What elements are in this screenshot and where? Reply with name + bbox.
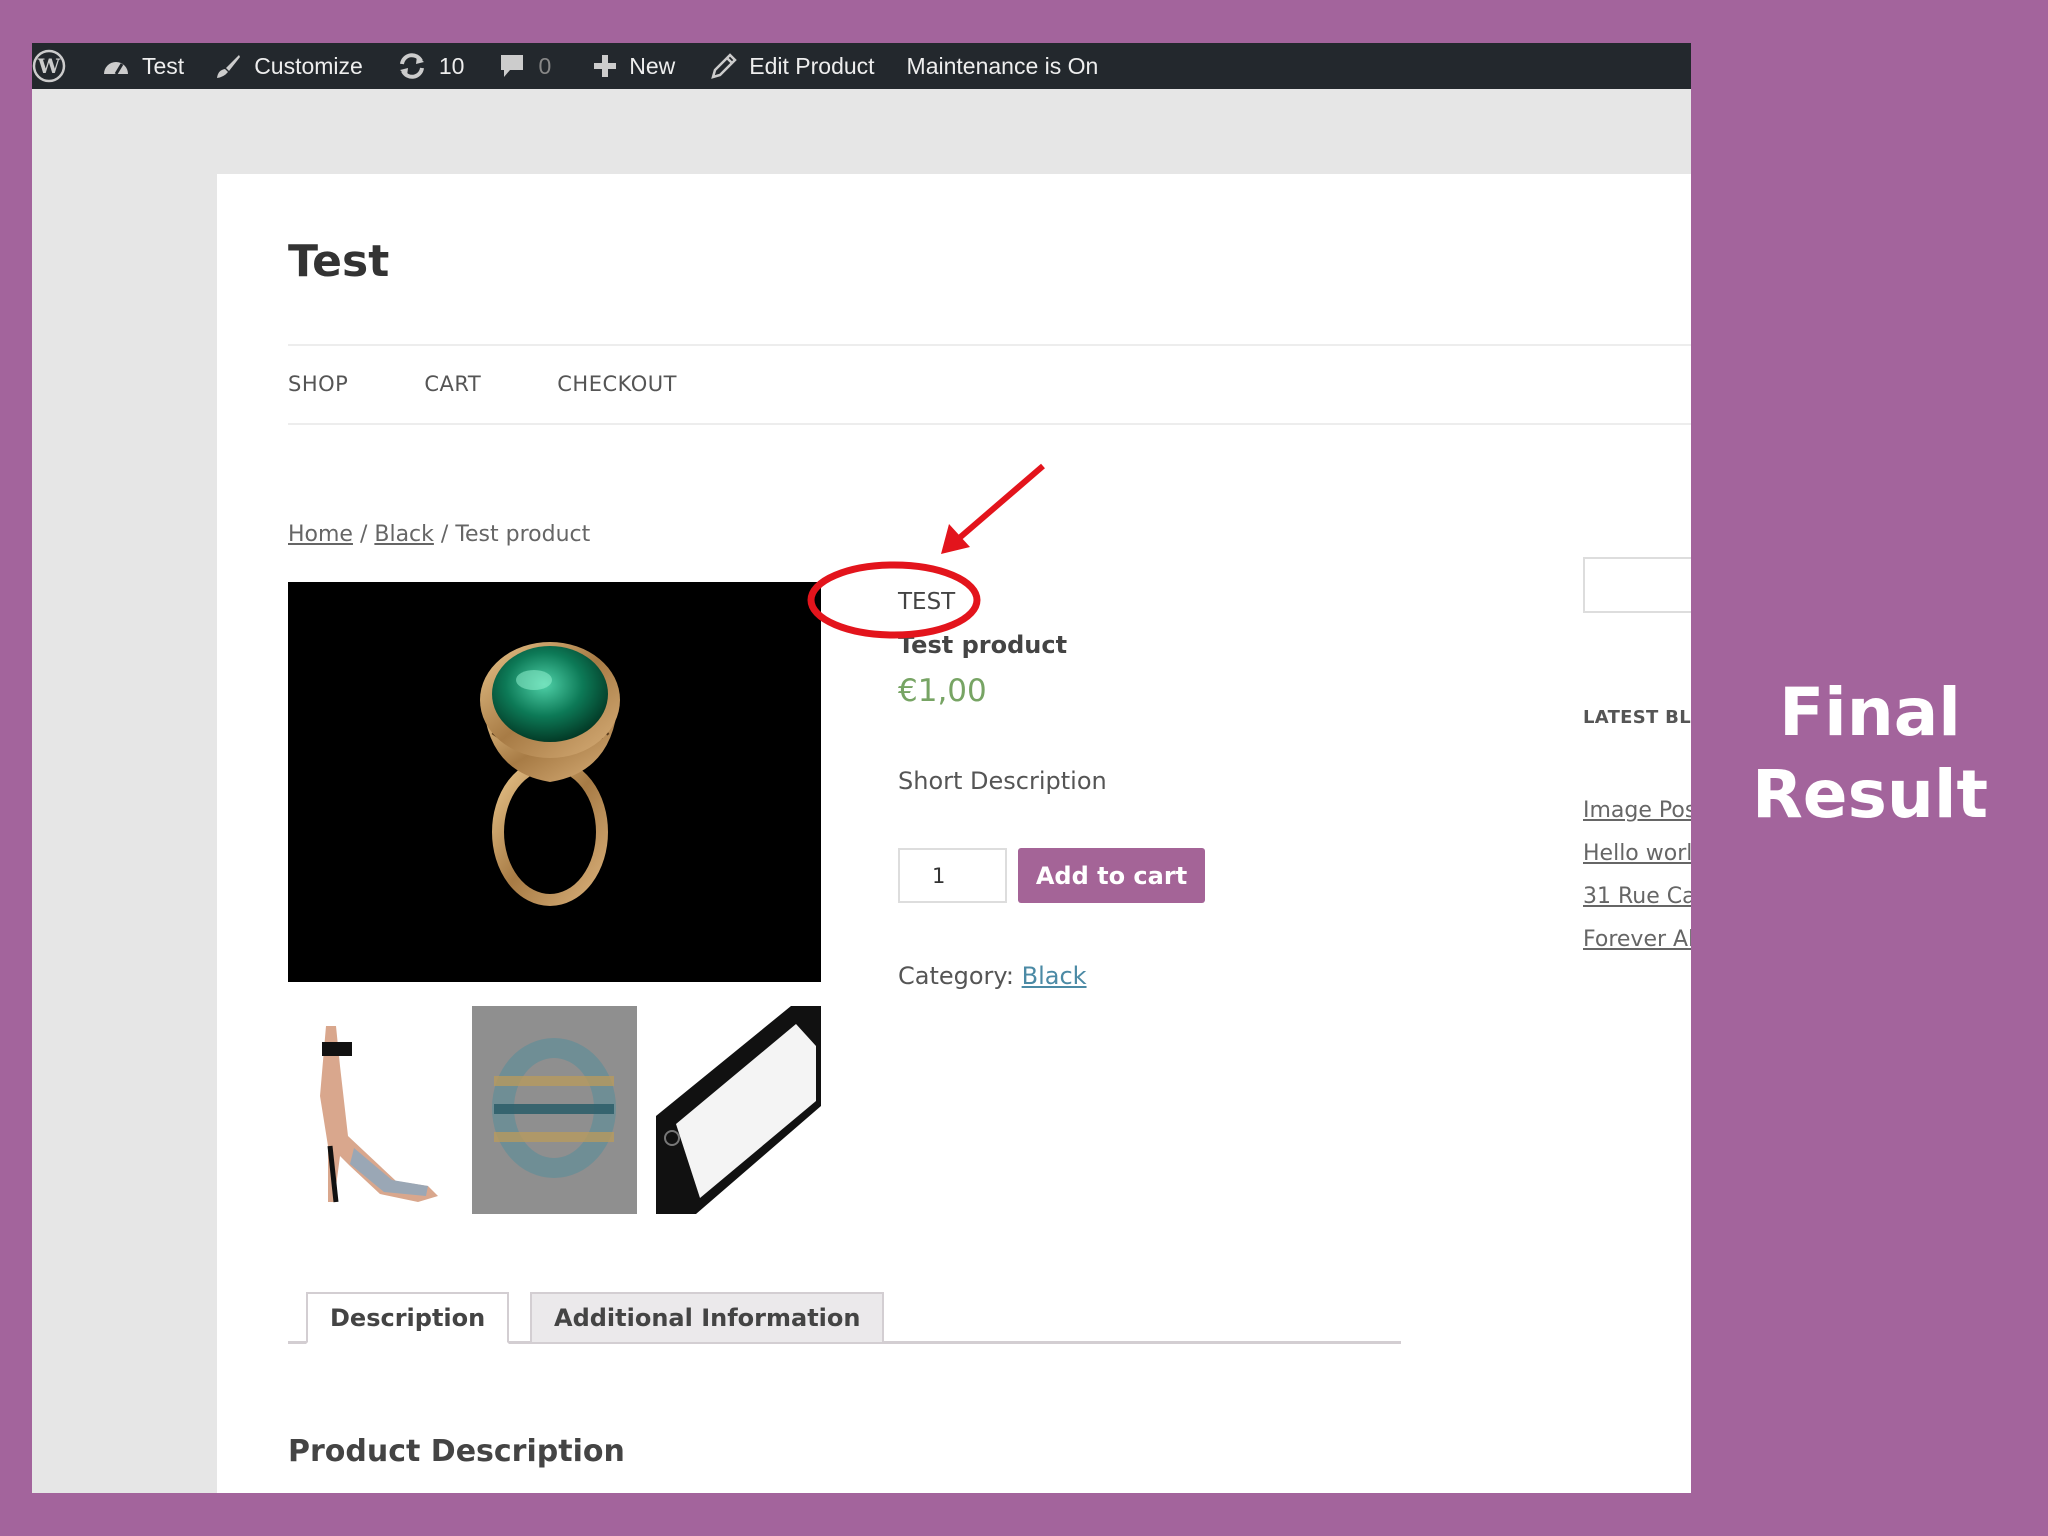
wordpress-logo-button[interactable]: W — [32, 43, 77, 89]
updates-button[interactable]: 10 — [386, 43, 476, 89]
tab-additional-information[interactable]: Additional Information — [530, 1292, 885, 1344]
page-content: Test SHOP CART CHECKOUT Home / Black / T… — [217, 174, 1691, 1493]
comments-count: 0 — [538, 52, 552, 79]
phone-image — [656, 1006, 821, 1214]
search-input[interactable] — [1583, 557, 1691, 613]
breadcrumb-category-link[interactable]: Black — [374, 522, 434, 547]
site-name-menu[interactable]: Test — [91, 43, 195, 89]
final-result-caption: Final Result — [1720, 672, 2020, 836]
updates-icon — [399, 53, 424, 79]
maintenance-label: Maintenance is On — [906, 52, 1099, 79]
caption-line: Result — [1751, 756, 1989, 833]
breadcrumb-home-link[interactable]: Home — [288, 522, 353, 547]
divider — [288, 344, 1691, 346]
blog-post-link[interactable]: 31 Rue Camb — [1583, 875, 1691, 918]
description-heading: Product Description — [288, 1434, 625, 1469]
customize-button[interactable]: Customize — [203, 43, 374, 89]
comments-button[interactable]: 0 — [487, 43, 562, 89]
product-thumbnail-shoe[interactable] — [288, 1006, 453, 1214]
site-title[interactable]: Test — [288, 236, 389, 287]
product-price: €1,00 — [898, 673, 987, 709]
screenshot-frame: W Test Customize 10 0 New Edit Product M… — [32, 43, 1691, 1493]
caption-line: Final — [1779, 674, 1961, 751]
add-to-cart-button[interactable]: Add to cart — [1018, 848, 1205, 903]
divider — [288, 423, 1691, 425]
breadcrumb-separator: / — [352, 522, 375, 547]
breadcrumb-separator: / — [433, 522, 456, 547]
blog-post-link[interactable]: Forever Abou — [1583, 918, 1691, 961]
blog-post-link[interactable]: Image Post F — [1583, 789, 1691, 832]
category-link[interactable]: Black — [1022, 962, 1087, 990]
wp-admin-bar: W Test Customize 10 0 New Edit Product M… — [32, 43, 1691, 89]
site-name-label: Test — [142, 52, 185, 79]
breadcrumb-current: Test product — [455, 522, 591, 547]
breadcrumb: Home / Black / Test product — [288, 522, 590, 547]
product-thumbnail-bracelet[interactable] — [472, 1006, 637, 1214]
nav-item-checkout[interactable]: CHECKOUT — [557, 372, 677, 396]
sidebar-heading: LATEST BLOGS — [1583, 707, 1691, 728]
product-main-image[interactable] — [288, 582, 821, 982]
product-brand: TEST — [898, 589, 956, 615]
product-short-description: Short Description — [898, 767, 1107, 795]
dashboard-icon — [104, 62, 128, 75]
bracelet-image — [492, 1038, 616, 1178]
paintbrush-icon — [217, 55, 241, 78]
maintenance-status[interactable]: Maintenance is On — [896, 43, 1110, 89]
customize-label: Customize — [254, 52, 363, 79]
new-content-button[interactable]: New — [582, 43, 686, 89]
updates-count: 10 — [438, 52, 465, 79]
new-label: New — [629, 52, 676, 79]
main-navigation: SHOP CART CHECKOUT — [288, 372, 677, 396]
svg-text:W: W — [37, 54, 61, 78]
product-title: Test product — [898, 631, 1068, 659]
blog-post-link[interactable]: Hello world! — [1583, 832, 1691, 875]
edit-product-button[interactable]: Edit Product — [700, 43, 885, 89]
quantity-input[interactable] — [898, 848, 1007, 903]
category-label: Category: — [898, 962, 1022, 990]
edit-product-label: Edit Product — [749, 52, 875, 79]
wordpress-icon: W — [32, 49, 66, 83]
product-category: Category: Black — [898, 962, 1087, 990]
product-thumbnail-phone[interactable] — [656, 1006, 821, 1214]
pencil-icon — [711, 53, 738, 79]
blog-post-list: Image Post F Hello world! 31 Rue Camb Fo… — [1583, 789, 1691, 961]
nav-item-shop[interactable]: SHOP — [288, 372, 348, 396]
ring-image — [480, 642, 620, 906]
shoe-image — [320, 1026, 438, 1203]
tab-description[interactable]: Description — [306, 1292, 510, 1344]
comment-icon — [501, 55, 524, 77]
nav-item-cart[interactable]: CART — [424, 372, 481, 396]
plus-icon — [594, 55, 617, 77]
